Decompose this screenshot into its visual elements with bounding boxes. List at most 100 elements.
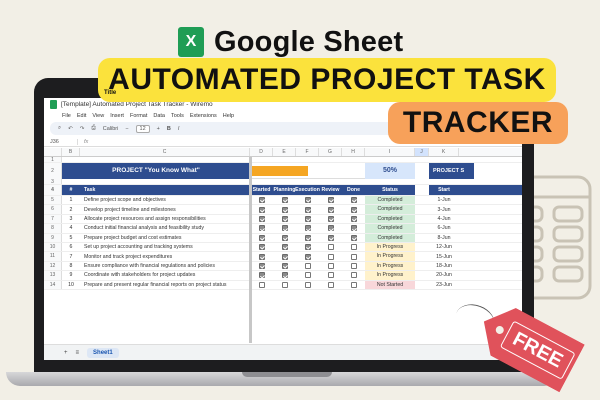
started-checkbox[interactable] xyxy=(258,234,265,241)
started-checkbox[interactable] xyxy=(258,206,265,213)
start-date-cell[interactable]: 6-Jun xyxy=(429,225,459,231)
done-checkbox[interactable] xyxy=(350,197,357,204)
corner-cell[interactable] xyxy=(44,148,62,156)
task-name[interactable]: Prepare project budget and cost estimate… xyxy=(80,235,250,241)
started-checkbox[interactable] xyxy=(258,244,265,251)
done-checkbox[interactable] xyxy=(350,225,357,232)
start-date-cell[interactable]: 12-Jun xyxy=(429,244,459,250)
all-sheets-button[interactable]: ≡ xyxy=(76,350,80,356)
start-date-cell[interactable]: 15-Jun xyxy=(429,254,459,260)
started-checkbox[interactable] xyxy=(258,215,265,222)
menu-data[interactable]: Data xyxy=(153,113,165,119)
execution-checkbox[interactable] xyxy=(304,253,311,260)
review-checkbox[interactable] xyxy=(327,281,334,288)
task-number[interactable]: 8 xyxy=(62,263,80,269)
italic-button[interactable]: I xyxy=(178,126,180,132)
started-checkbox[interactable] xyxy=(258,225,265,232)
start-date-cell[interactable]: 20-Jun xyxy=(429,272,459,278)
sheet-tab-sheet1[interactable]: Sheet1 xyxy=(87,347,119,358)
execution-checkbox[interactable] xyxy=(304,244,311,251)
increase-font-button[interactable]: + xyxy=(157,126,160,132)
row-header[interactable]: 13 xyxy=(44,271,62,280)
started-checkbox[interactable] xyxy=(258,197,265,204)
col-header-b[interactable]: B xyxy=(62,148,80,156)
planning-checkbox[interactable] xyxy=(281,215,288,222)
frozen-column-divider[interactable] xyxy=(249,157,252,343)
print-icon[interactable]: ⎙ xyxy=(91,125,95,132)
col-header-i[interactable]: I xyxy=(365,148,415,156)
status-cell[interactable]: Completed xyxy=(365,224,415,233)
review-checkbox[interactable] xyxy=(327,234,334,241)
col-header-e[interactable]: E xyxy=(273,148,296,156)
execution-checkbox[interactable] xyxy=(304,281,311,288)
start-date-cell[interactable]: 4-Jun xyxy=(429,216,459,222)
task-number[interactable]: 1 xyxy=(62,197,80,203)
menu-extensions[interactable]: Extensions xyxy=(190,113,217,119)
menu-view[interactable]: View xyxy=(92,113,104,119)
review-checkbox[interactable] xyxy=(327,215,334,222)
task-number[interactable]: 5 xyxy=(62,235,80,241)
row-header[interactable]: 9 xyxy=(44,233,62,242)
planning-checkbox[interactable] xyxy=(281,244,288,251)
col-header-g[interactable]: G xyxy=(319,148,342,156)
planning-checkbox[interactable] xyxy=(281,206,288,213)
start-date-cell[interactable]: 3-Jun xyxy=(429,207,459,213)
menu-tools[interactable]: Tools xyxy=(171,113,184,119)
col-header-d[interactable]: D xyxy=(250,148,273,156)
menu-edit[interactable]: Edit xyxy=(77,113,86,119)
status-cell[interactable]: In Progress xyxy=(365,242,415,252)
task-name[interactable]: Monitor and track project expenditures xyxy=(80,254,250,260)
status-cell[interactable]: In Progress xyxy=(365,261,415,271)
done-checkbox[interactable] xyxy=(350,215,357,222)
planning-checkbox[interactable] xyxy=(281,272,288,279)
task-number[interactable]: 2 xyxy=(62,207,80,213)
task-name[interactable]: Develop project timeline and milestones xyxy=(80,207,250,213)
name-box[interactable]: J36 xyxy=(44,138,78,145)
planning-checkbox[interactable] xyxy=(281,197,288,204)
add-sheet-button[interactable]: + xyxy=(64,350,68,356)
search-icon[interactable]: ⌕ xyxy=(58,125,61,132)
row-header[interactable]: 8 xyxy=(44,224,62,233)
start-date-cell[interactable]: 23-Jun xyxy=(429,282,459,288)
task-number[interactable]: 10 xyxy=(62,282,80,288)
status-cell[interactable]: Not Started xyxy=(365,280,415,289)
task-name[interactable]: Coordinate with stakeholders for project… xyxy=(80,272,250,278)
col-header-c[interactable]: C xyxy=(80,148,250,156)
col-header-j[interactable]: J xyxy=(415,148,429,156)
status-cell[interactable]: Completed xyxy=(365,196,415,205)
done-checkbox[interactable] xyxy=(350,206,357,213)
execution-checkbox[interactable] xyxy=(304,215,311,222)
done-checkbox[interactable] xyxy=(350,262,357,269)
task-number[interactable]: 3 xyxy=(62,216,80,222)
done-checkbox[interactable] xyxy=(350,253,357,260)
task-name[interactable]: Ensure compliance with financial regulat… xyxy=(80,263,250,269)
col-header-h[interactable]: H xyxy=(342,148,365,156)
menu-help[interactable]: Help xyxy=(223,113,234,119)
review-checkbox[interactable] xyxy=(327,225,334,232)
font-size-input[interactable]: 12 xyxy=(135,124,150,133)
status-cell[interactable]: Completed xyxy=(365,233,415,242)
task-name[interactable]: Set up project accounting and tracking s… xyxy=(80,244,250,250)
planning-checkbox[interactable] xyxy=(281,225,288,232)
planning-checkbox[interactable] xyxy=(281,253,288,260)
font-select[interactable]: Calibri xyxy=(103,126,119,132)
start-date-cell[interactable]: 1-Jun xyxy=(429,197,459,203)
started-checkbox[interactable] xyxy=(258,281,265,288)
bold-button[interactable]: B xyxy=(167,126,171,132)
col-header-k[interactable]: K xyxy=(429,148,459,156)
review-checkbox[interactable] xyxy=(327,272,334,279)
menu-file[interactable]: File xyxy=(62,113,71,119)
task-name[interactable]: Allocate project resources and assign re… xyxy=(80,216,250,222)
start-date-cell[interactable]: 18-Jun xyxy=(429,263,459,269)
row-header[interactable]: 11 xyxy=(44,252,62,261)
row-header[interactable]: 12 xyxy=(44,261,62,271)
document-title[interactable]: [Template] Automated Project Task Tracke… xyxy=(61,101,213,108)
review-checkbox[interactable] xyxy=(327,262,334,269)
undo-icon[interactable]: ↶ xyxy=(68,126,73,132)
status-cell[interactable]: Completed xyxy=(365,214,415,224)
review-checkbox[interactable] xyxy=(327,206,334,213)
review-checkbox[interactable] xyxy=(327,253,334,260)
task-number[interactable]: 7 xyxy=(62,254,80,260)
execution-checkbox[interactable] xyxy=(304,272,311,279)
execution-checkbox[interactable] xyxy=(304,234,311,241)
